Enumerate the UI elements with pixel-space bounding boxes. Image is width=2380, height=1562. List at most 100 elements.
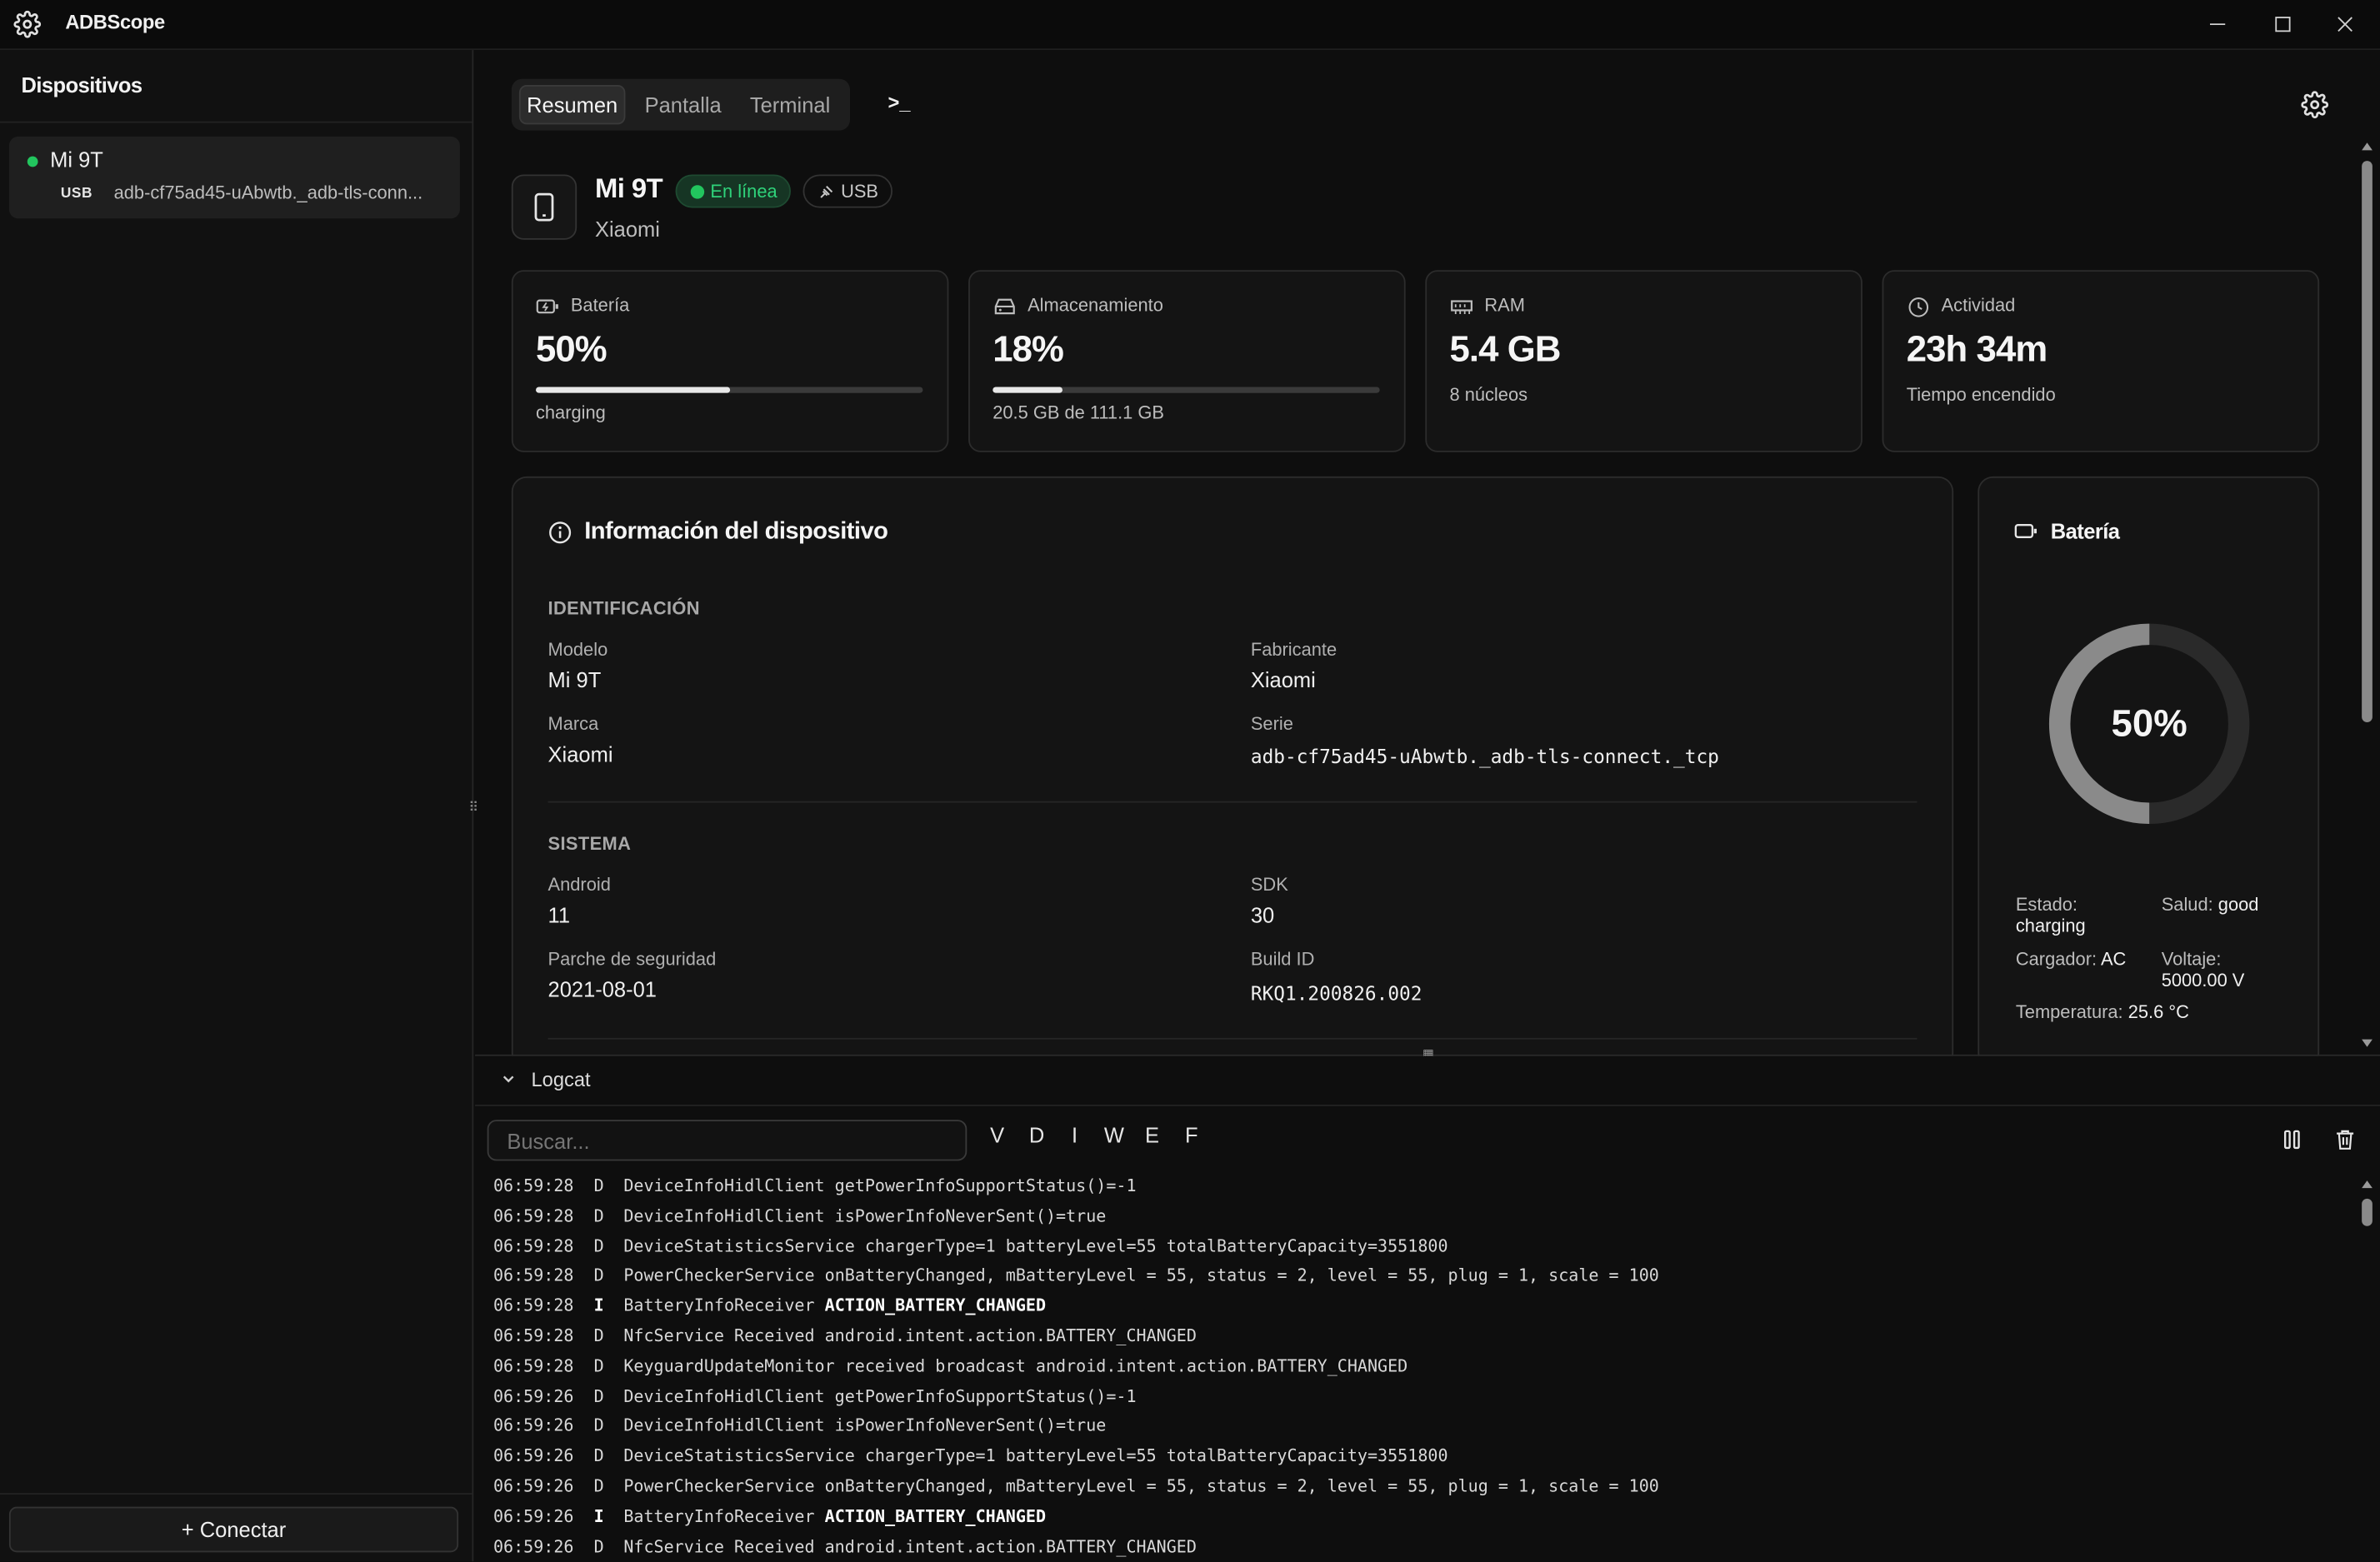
stat-subtext: charging (535, 402, 606, 424)
log-level: I (593, 1506, 604, 1526)
level-filter-debug[interactable]: D (1024, 1123, 1048, 1147)
log-time: 06:59:28 (492, 1295, 574, 1316)
log-level: D (593, 1386, 604, 1406)
log-message: onBatteryChanged, mBatteryLevel = 55, st… (824, 1265, 1659, 1286)
close-button[interactable] (2310, 0, 2380, 48)
log-tag: DeviceStatisticsService (623, 1446, 855, 1466)
field-label: Android (548, 874, 611, 896)
logcat-header[interactable]: Logcat (475, 1056, 2380, 1106)
log-message: Received android.intent.action.BATTERY_C… (734, 1536, 1197, 1556)
log-line: 06:59:26 I BatteryInfoReceiver ACTION_BA… (493, 1502, 2345, 1532)
battery-panel: Batería 50% Estado: charging Salud: good… (1978, 476, 2320, 1069)
health-value: good (2218, 893, 2259, 916)
scrollbar-thumb[interactable] (2362, 161, 2372, 723)
battery-health: Salud: good (2162, 894, 2259, 916)
logcat-search-input[interactable] (487, 1120, 968, 1161)
gear-icon[interactable] (13, 10, 42, 38)
smartphone-icon (534, 192, 554, 222)
field-label: Modelo (548, 638, 608, 661)
log-level: I (593, 1295, 604, 1316)
log-line: 06:59:26 D DeviceStatisticsService charg… (493, 1442, 2345, 1472)
log-tag: DeviceInfoHidlClient (623, 1175, 825, 1196)
log-line: 06:59:28 I BatteryInfoReceiver ACTION_BA… (493, 1291, 2345, 1321)
level-filter-warn[interactable]: W (1102, 1123, 1126, 1147)
scroll-down-icon[interactable] (2362, 1039, 2372, 1047)
scrollbar-thumb[interactable] (2362, 1198, 2372, 1226)
minimize-button[interactable] (2182, 0, 2252, 48)
log-message: received broadcast android.intent.action… (844, 1355, 1408, 1376)
sdk-value: 30 (1250, 902, 1275, 927)
sidebar-title: Dispositivos (21, 72, 143, 97)
level-filter-verbose[interactable]: V (985, 1123, 1009, 1147)
log-level: D (593, 1355, 604, 1376)
storage-stat-card: Almacenamiento 18% 20.5 GB de 111.1 GB (968, 270, 1406, 452)
logcat-scrollbar[interactable] (2358, 1171, 2378, 1561)
panel-title: Batería (2050, 518, 2120, 544)
tab-terminal[interactable]: Terminal (739, 85, 841, 124)
stat-subtext: Tiempo encendido (1906, 383, 2056, 406)
scroll-up-icon[interactable] (2362, 142, 2372, 151)
level-filter-info[interactable]: I (1062, 1123, 1087, 1147)
connection-badge: USB (802, 174, 892, 208)
temperature-value: 25.6 °C (2128, 1001, 2189, 1023)
device-serial: adb-cf75ad45-uAbwtb._adb-tls-conn... (113, 182, 423, 204)
minimize-icon (2210, 23, 2226, 26)
field-label: Serie (1250, 713, 1293, 735)
trash-icon[interactable] (2333, 1127, 2358, 1151)
chevron-down-icon[interactable] (501, 1071, 516, 1086)
field-label: Build ID (1250, 948, 1315, 970)
device-list-item[interactable]: Mi 9T USB adb-cf75ad45-uAbwtb._adb-tls-c… (8, 136, 460, 219)
hard-drive-icon (994, 298, 1015, 315)
battery-temperature: Temperatura: 25.6 °C (2016, 1001, 2189, 1023)
pause-icon[interactable] (2280, 1127, 2304, 1151)
log-level: D (593, 1205, 604, 1226)
stat-value: 18% (992, 329, 1064, 371)
log-time: 06:59:26 (492, 1536, 574, 1556)
log-message: getPowerInfoSupportStatus()=-1 (834, 1175, 1137, 1196)
device-avatar (511, 174, 578, 240)
info-icon (549, 521, 572, 544)
model-value: Mi 9T (548, 667, 602, 692)
tab-pantalla[interactable]: Pantalla (632, 85, 735, 124)
terminal-icon[interactable]: >_ (888, 91, 918, 118)
panel-title: Información del dispositivo (584, 518, 888, 545)
status-text: En línea (710, 180, 778, 202)
divider (548, 1037, 1918, 1040)
log-level: D (593, 1175, 604, 1196)
field-label: SDK (1250, 874, 1288, 896)
log-line: 06:59:28 D KeyguardUpdateMonitor receive… (493, 1351, 2345, 1381)
usb-plug-icon (820, 186, 833, 198)
field-label: Voltaje: (2161, 948, 2222, 970)
log-message: ACTION_BATTERY_CHANGED (824, 1506, 1047, 1526)
connect-button[interactable]: + Conectar (8, 1506, 459, 1553)
log-line: 06:59:28 D PowerCheckerService onBattery… (493, 1261, 2345, 1291)
field-label: Temperatura: (2015, 1001, 2123, 1023)
log-message: getPowerInfoSupportStatus()=-1 (834, 1386, 1137, 1406)
log-output: 06:59:28 D DeviceInfoHidlClient getPower… (493, 1171, 2345, 1562)
log-level: D (593, 1265, 604, 1286)
device-brand: Xiaomi (595, 217, 660, 242)
logcat-title: Logcat (531, 1068, 591, 1091)
log-tag: BatteryInfoReceiver (623, 1295, 815, 1316)
maximize-button[interactable] (2248, 0, 2318, 48)
title-bar: ADBScope (0, 0, 2380, 51)
level-filter-fatal[interactable]: F (1179, 1123, 1203, 1147)
log-time: 06:59:28 (492, 1355, 574, 1376)
scroll-up-icon[interactable] (2362, 1180, 2372, 1189)
level-filter-error[interactable]: E (1140, 1123, 1164, 1147)
battery-charger: Cargador: AC (2016, 948, 2126, 970)
log-level: D (593, 1476, 604, 1496)
log-message: ACTION_BATTERY_CHANGED (824, 1295, 1047, 1316)
settings-icon[interactable] (2301, 91, 2329, 119)
field-label: Fabricante (1250, 638, 1338, 661)
status-badge: En línea (675, 174, 792, 208)
main-scrollbar[interactable] (2358, 137, 2378, 1053)
sidebar-resize-handle[interactable]: ⠿ (468, 800, 480, 818)
log-time: 06:59:26 (492, 1416, 574, 1436)
app-title: ADBScope (65, 10, 165, 34)
log-time: 06:59:28 (492, 1205, 574, 1226)
tab-resumen[interactable]: Resumen (518, 85, 626, 125)
field-label: Marca (548, 713, 599, 735)
stat-value: 50% (535, 329, 608, 371)
field-label: Estado: (2015, 893, 2078, 916)
